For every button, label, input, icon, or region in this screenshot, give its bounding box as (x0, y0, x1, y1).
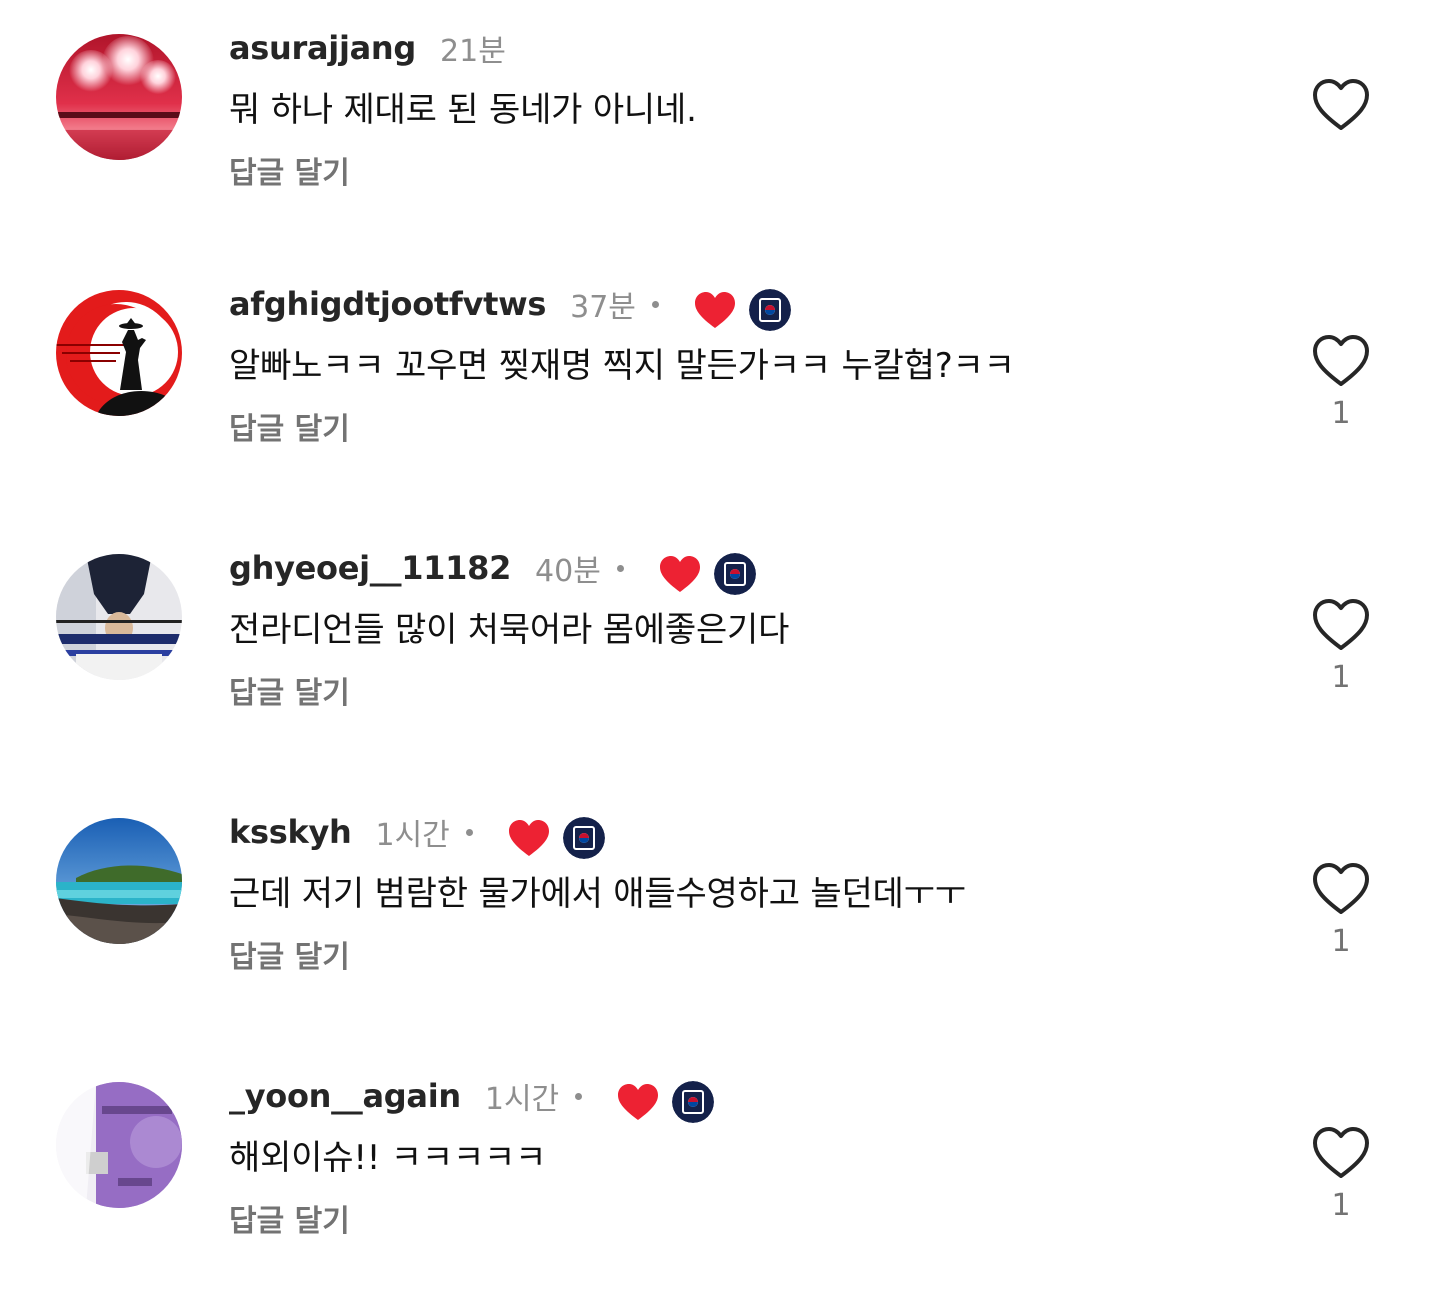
separator-dot (465, 828, 473, 836)
like-count: 1 (1331, 396, 1351, 431)
comment-text: 뭐 하나 제대로 된 동네가 아니네. (229, 90, 697, 130)
comment-item: ksskyh 1시간 근데 저기 범람한 물가에서 애들수영하고 놀던데ㅜㅜ 답… (0, 784, 1440, 1024)
avatar[interactable] (56, 818, 182, 944)
heart-outline-icon (1313, 599, 1369, 650)
reply-button[interactable]: 답글 달기 (229, 668, 350, 712)
separator-dot (616, 564, 624, 572)
heart-filled-icon (508, 820, 549, 856)
separator-dot (651, 300, 659, 308)
heart-filled-icon (694, 292, 735, 328)
comment-meta: _yoon__again 1시간 (229, 1068, 715, 1124)
like-count: 1 (1331, 1188, 1351, 1223)
comment-item: ghyeoej__11182 40분 전라디언들 많이 처묵어라 몸에좋은기다 … (0, 520, 1440, 760)
comment-text: 알빠노ㅋㅋ 꼬우면 찢재명 찍지 말든가ㅋㅋ 누칼협?ㅋㅋ (229, 346, 1015, 386)
like-count: 1 (1331, 924, 1351, 959)
creator-avatar-icon (562, 817, 605, 859)
creator-like-badge (658, 554, 702, 594)
comment-text: 전라디언들 많이 처묵어라 몸에좋은기다 (229, 610, 790, 650)
like-button[interactable] (1312, 598, 1370, 652)
comment-item: _yoon__again 1시간 해외이슈!! ㅋㅋㅋㅋㅋ 답글 달기 1 (0, 1048, 1440, 1288)
comment-meta: afghigdtjootfvtws 37분 (229, 276, 791, 332)
avatar[interactable] (56, 554, 182, 680)
heart-filled-icon (659, 556, 700, 592)
comment-list: asurajjang 21분 뭐 하나 제대로 된 동네가 아니네. 답글 달기 (0, 0, 1440, 1291)
heart-outline-icon (1313, 79, 1369, 130)
reply-button[interactable]: 답글 달기 (229, 148, 350, 192)
username-link[interactable]: asurajjang (229, 29, 416, 67)
comment-meta: ghyeoej__11182 40분 (229, 540, 756, 596)
reply-button[interactable]: 답글 달기 (229, 404, 350, 448)
like-button[interactable] (1312, 334, 1370, 388)
like-button[interactable] (1312, 1126, 1370, 1180)
avatar[interactable] (56, 290, 182, 416)
like-button[interactable] (1312, 78, 1370, 132)
username-link[interactable]: afghigdtjootfvtws (229, 285, 546, 323)
like-button[interactable] (1312, 862, 1370, 916)
reply-button[interactable]: 답글 달기 (229, 932, 350, 976)
timestamp: 37분 (570, 290, 636, 325)
like-count: 1 (1331, 660, 1351, 695)
comment-item: asurajjang 21분 뭐 하나 제대로 된 동네가 아니네. 답글 달기 (0, 0, 1440, 240)
timestamp: 1시간 (484, 1082, 560, 1117)
comment-meta: asurajjang 21분 (229, 20, 506, 76)
separator-dot (575, 1092, 583, 1100)
comment-text: 근데 저기 범람한 물가에서 애들수영하고 놀던데ㅜㅜ (229, 874, 966, 914)
heart-outline-icon (1313, 1127, 1369, 1178)
heart-outline-icon (1313, 335, 1369, 386)
timestamp: 1시간 (375, 818, 450, 853)
comment-meta: ksskyh 1시간 (229, 804, 605, 860)
creator-like-badge (616, 1082, 660, 1122)
reply-button[interactable]: 답글 달기 (229, 1196, 350, 1240)
username-link[interactable]: ghyeoej__11182 (229, 549, 511, 587)
comment-text: 해외이슈!! ㅋㅋㅋㅋㅋ (229, 1138, 547, 1178)
username-link[interactable]: _yoon__again (229, 1077, 461, 1115)
creator-avatar-icon (672, 1081, 715, 1123)
avatar[interactable] (56, 34, 182, 160)
avatar[interactable] (56, 1082, 182, 1208)
heart-outline-icon (1313, 863, 1369, 914)
creator-like-badge (507, 818, 551, 858)
heart-filled-icon (618, 1084, 659, 1120)
creator-avatar-icon (748, 289, 791, 331)
comment-item: afghigdtjootfvtws 37분 알빠노ㅋㅋ 꼬우면 찢재명 찍지 말… (0, 256, 1440, 496)
creator-like-badge (693, 290, 737, 330)
timestamp: 21분 (440, 34, 506, 69)
creator-avatar-icon (713, 553, 756, 595)
username-link[interactable]: ksskyh (229, 813, 352, 851)
timestamp: 40분 (535, 554, 601, 589)
